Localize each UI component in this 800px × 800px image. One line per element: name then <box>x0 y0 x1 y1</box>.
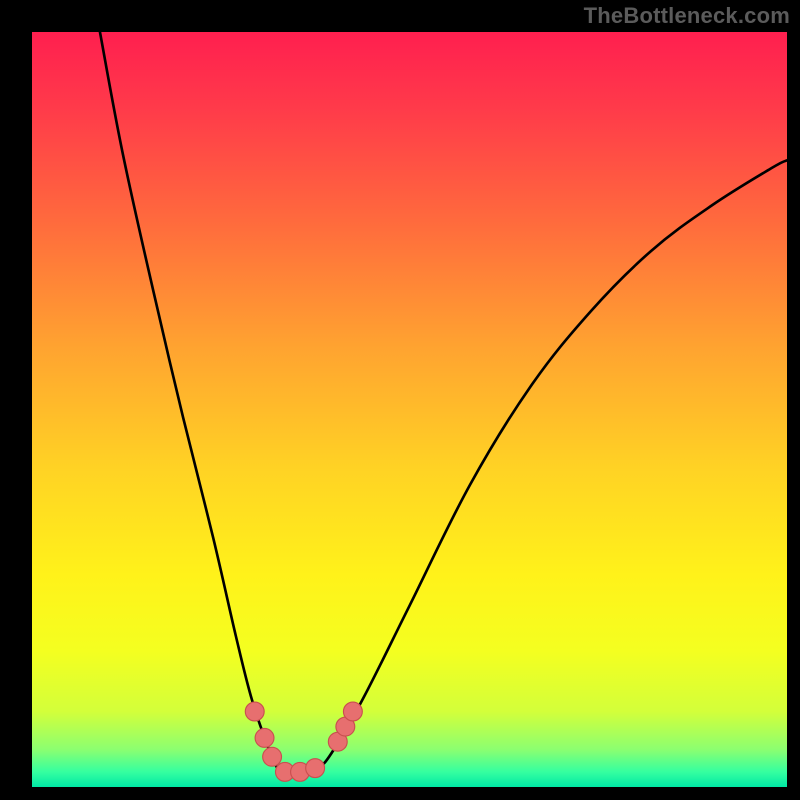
marker-point <box>245 702 264 721</box>
marker-point <box>306 759 325 778</box>
chart-svg <box>32 32 787 787</box>
chart-frame: TheBottleneck.com <box>0 0 800 800</box>
bottleneck-curve <box>100 32 787 777</box>
marker-point <box>263 747 282 766</box>
watermark-text: TheBottleneck.com <box>584 3 790 29</box>
plot-area <box>32 32 787 787</box>
marker-point <box>255 728 274 747</box>
highlighted-points <box>245 702 362 781</box>
marker-point <box>343 702 362 721</box>
